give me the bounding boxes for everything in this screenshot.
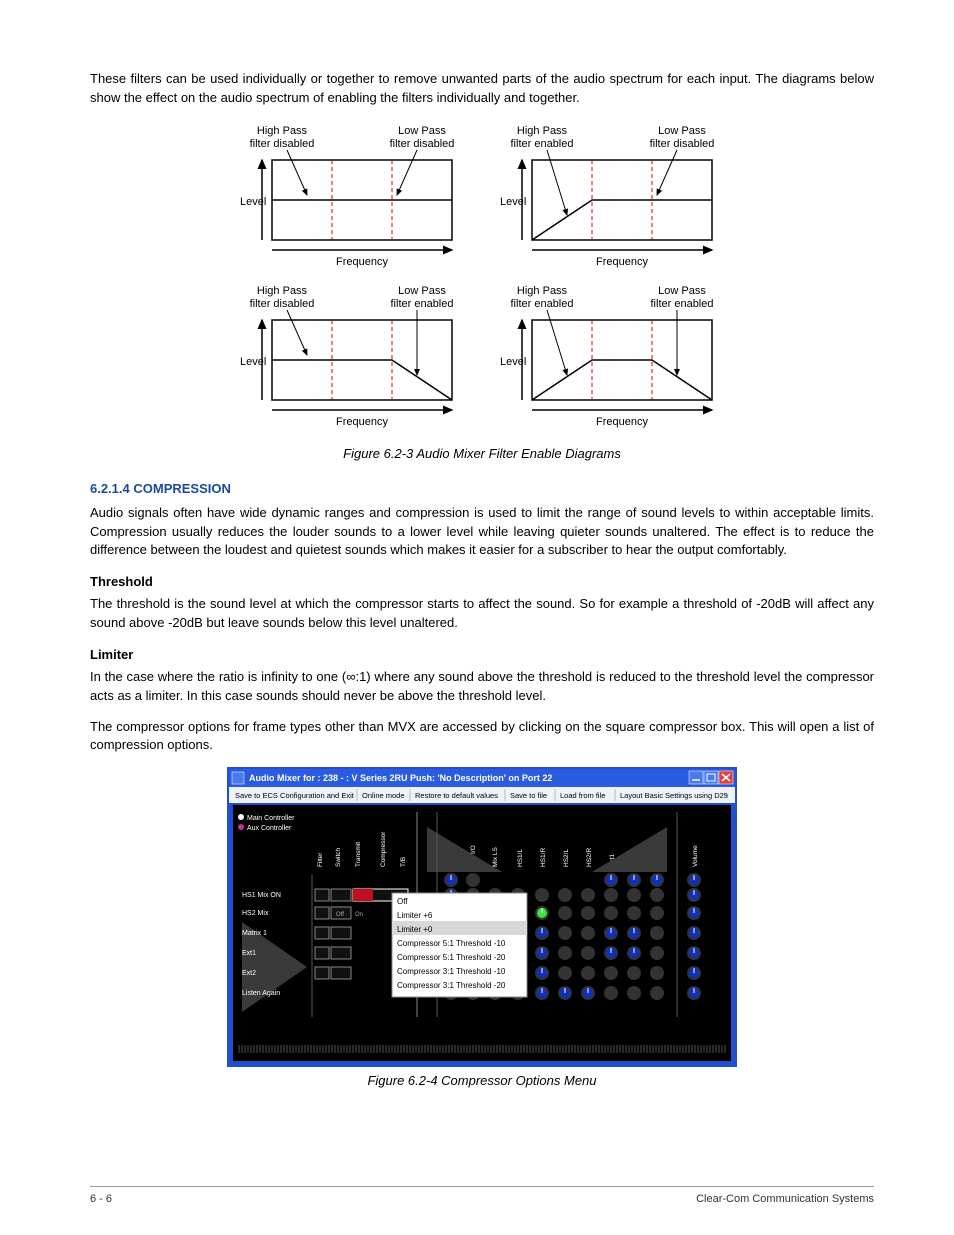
toolbar-online[interactable]: Online mode xyxy=(362,791,405,800)
switch-on-1: On xyxy=(355,912,363,918)
switch-off-1: Off xyxy=(336,912,344,918)
minimize-button[interactable] xyxy=(689,771,703,784)
svg-text:Frequency: Frequency xyxy=(596,416,648,428)
intro-paragraph: These filters can be used individually o… xyxy=(90,70,874,108)
threshold-title: Threshold xyxy=(90,574,874,589)
toolbar-restore[interactable]: Restore to default values xyxy=(415,791,498,800)
svg-text:Low Pass: Low Pass xyxy=(658,125,706,137)
legend-aux-dot xyxy=(238,824,244,830)
window-title: Audio Mixer for : 238 - : V Series 2RU P… xyxy=(249,773,552,783)
svg-text:filter disabled: filter disabled xyxy=(250,298,315,310)
svg-text:filter enabled: filter enabled xyxy=(511,138,574,150)
row-2: Matrix 1 xyxy=(242,930,267,937)
col-right-4: HS1/R xyxy=(540,848,547,867)
col-left-2: Transmit xyxy=(355,842,362,867)
footer-company: Clear-Com Communication Systems xyxy=(696,1193,874,1205)
mixer-screenshot: Audio Mixer for : 238 - : V Series 2RU P… xyxy=(90,767,874,1067)
svg-text:filter enabled: filter enabled xyxy=(651,298,714,310)
page-footer: 6 - 6 Clear-Com Communication Systems xyxy=(90,1186,874,1205)
hp-label-2: filter disabled xyxy=(250,138,315,150)
limiter-title: Limiter xyxy=(90,647,874,662)
level-label: Level xyxy=(240,196,266,208)
svg-text:Frequency: Frequency xyxy=(596,256,648,268)
window-icon xyxy=(232,772,244,784)
svg-text:Frequency: Frequency xyxy=(336,416,388,428)
lp-label: Low Pass xyxy=(398,125,446,137)
toolbar-layout[interactable]: Layout Basic Settings using D25 xyxy=(620,791,728,800)
col-left-0: Filter xyxy=(317,852,324,867)
toolbar-dropdown-arrow-icon[interactable]: ▾ xyxy=(725,793,729,800)
diagram-cell-4: High Pass filter enabled Low Pass filter… xyxy=(500,285,714,428)
dropdown-item-1[interactable]: Limiter +6 xyxy=(397,911,433,920)
limiter-body: In the case where the ratio is infinity … xyxy=(90,668,874,706)
row-3: Ext1 xyxy=(242,950,256,957)
svg-text:Level: Level xyxy=(240,356,266,368)
row-5: Listen Again xyxy=(242,990,280,997)
dropdown-item-0[interactable]: Off xyxy=(397,897,408,906)
col-right-5: HS2/L xyxy=(563,849,570,867)
diagram-cell-2: High Pass filter enabled Low Pass filter… xyxy=(500,125,714,268)
col-right-6: HS2/R xyxy=(586,848,593,867)
compressor-dropdown[interactable]: Off Limiter +6 Limiter +0 Compressor 5:1… xyxy=(392,893,527,997)
row-1: HS2 Mix xyxy=(242,910,269,917)
section-compression-title: 6.2.1.4 COMPRESSION xyxy=(90,481,874,496)
legend-main: Main Controller xyxy=(247,815,295,822)
footer-page-number: 6 - 6 xyxy=(90,1193,112,1205)
diagram-cell-1: High Pass filter disabled Low Pass filte… xyxy=(240,125,454,268)
toolbar-loadfile[interactable]: Load from file xyxy=(560,791,605,800)
freq-label: Frequency xyxy=(336,256,388,268)
threshold-body: The threshold is the sound level at whic… xyxy=(90,595,874,633)
compression-body-2: The compressor options for frame types o… xyxy=(90,718,874,756)
toolbar-save-exit[interactable]: Save to ECS Configuration and Exit xyxy=(235,791,355,800)
toolbar-savefile[interactable]: Save to file xyxy=(510,791,547,800)
dropdown-item-2[interactable]: Limiter +0 xyxy=(397,925,433,934)
mixer-caption: Figure 6.2-4 Compressor Options Menu xyxy=(90,1073,874,1088)
col-left-1: Switch xyxy=(335,848,342,868)
svg-text:High Pass: High Pass xyxy=(257,285,308,297)
legend-main-dot xyxy=(238,814,244,820)
hp-label: High Pass xyxy=(257,125,308,137)
dropdown-item-3[interactable]: Compressor 5:1 Threshold -10 xyxy=(397,939,506,948)
compression-body: Audio signals often have wide dynamic ra… xyxy=(90,504,874,561)
row-0: HS1 Mix ON xyxy=(242,892,281,899)
row-4: Ext2 xyxy=(242,970,256,977)
svg-text:Level: Level xyxy=(500,196,526,208)
dropdown-item-5[interactable]: Compressor 3:1 Threshold -10 xyxy=(397,967,506,976)
col-right-2: Mix LS xyxy=(492,847,499,868)
filter-diagrams: High Pass filter disabled Low Pass filte… xyxy=(90,120,874,440)
svg-text:High Pass: High Pass xyxy=(517,285,568,297)
dropdown-item-6[interactable]: Compressor 3:1 Threshold -20 xyxy=(397,981,506,990)
svg-text:High Pass: High Pass xyxy=(517,125,568,137)
close-button[interactable] xyxy=(719,771,733,784)
svg-text:Level: Level xyxy=(500,356,526,368)
diagrams-caption: Figure 6.2-3 Audio Mixer Filter Enable D… xyxy=(90,446,874,461)
col-left-4: T/B xyxy=(400,857,407,867)
dropdown-item-4[interactable]: Compressor 5:1 Threshold -20 xyxy=(397,953,506,962)
col-left-3: Compressor xyxy=(380,831,387,867)
svg-text:Low Pass: Low Pass xyxy=(658,285,706,297)
col-right-10: Volume xyxy=(692,845,699,867)
maximize-button[interactable] xyxy=(704,771,718,784)
legend-aux: Aux Controller xyxy=(247,825,292,832)
svg-text:Low Pass: Low Pass xyxy=(398,285,446,297)
svg-text:filter disabled: filter disabled xyxy=(650,138,715,150)
lp-label-2: filter disabled xyxy=(390,138,455,150)
col-right-3: HS1/L xyxy=(517,849,524,867)
svg-text:filter enabled: filter enabled xyxy=(391,298,454,310)
diagram-cell-3: High Pass filter disabled Low Pass filte… xyxy=(240,285,454,428)
svg-text:filter enabled: filter enabled xyxy=(511,298,574,310)
